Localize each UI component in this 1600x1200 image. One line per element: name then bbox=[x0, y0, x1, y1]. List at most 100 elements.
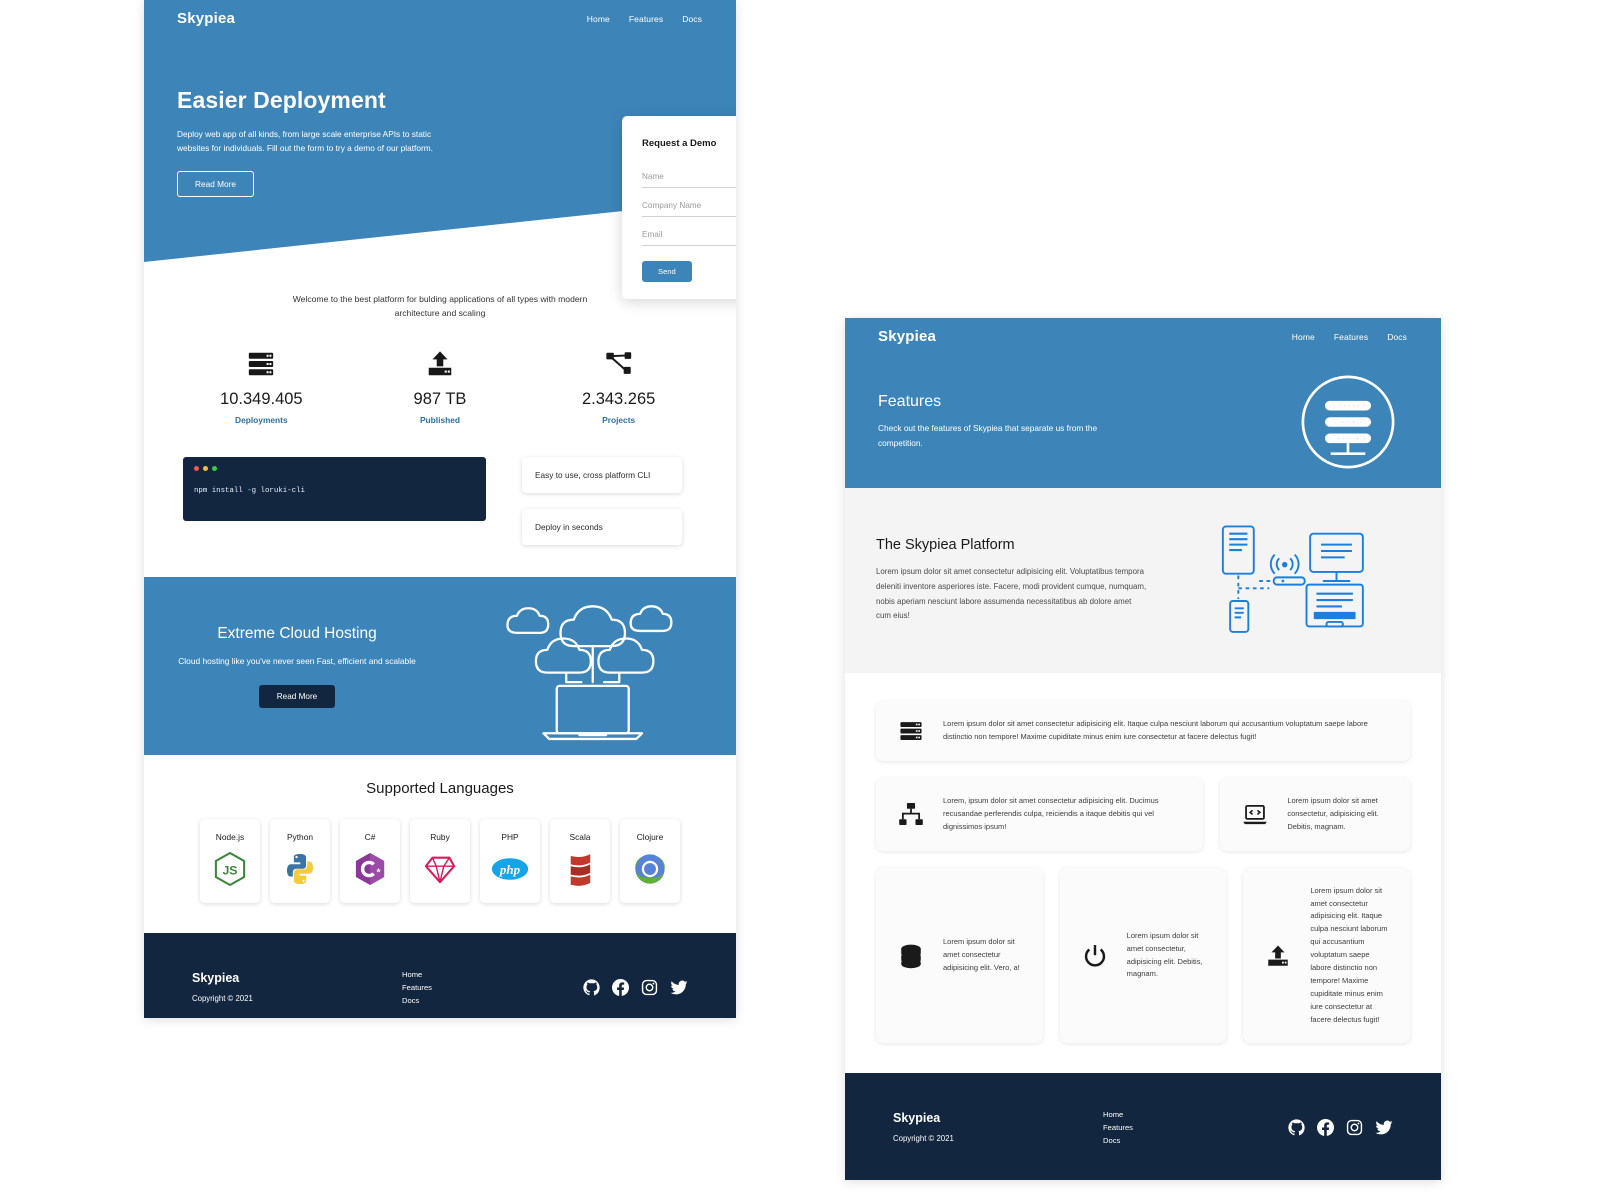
cloud-hosting-copy: Extreme Cloud Hosting Cloud hosting like… bbox=[144, 625, 440, 708]
features-hero-body: Check out the features of Skypiea that s… bbox=[878, 423, 1098, 448]
supported-languages-section: Supported Languages Node.js JS Python C#… bbox=[144, 755, 736, 933]
cli-feature-cards: Easy to use, cross platform CLI Deploy i… bbox=[522, 457, 682, 546]
home-footer: Skypiea Copyright © 2021 Home Features D… bbox=[144, 933, 736, 1018]
language-card-clojure[interactable]: Clojure bbox=[620, 819, 680, 904]
footer-brand: Skypiea Copyright © 2021 bbox=[893, 1111, 1103, 1143]
features-hero-illustration bbox=[1288, 374, 1408, 470]
company-name-input[interactable] bbox=[642, 195, 736, 217]
language-card-ruby[interactable]: Ruby bbox=[410, 819, 470, 904]
stat-value: 987 TB bbox=[413, 390, 467, 409]
cli-card: Easy to use, cross platform CLI bbox=[522, 457, 682, 494]
language-name: Scala bbox=[569, 832, 591, 843]
footer-social-links bbox=[1288, 1119, 1393, 1136]
upload-icon bbox=[1263, 943, 1293, 969]
feature-cards-section: Lorem ipsum dolor sit amet consectetur a… bbox=[845, 673, 1441, 1074]
cloud-read-more-button[interactable]: Read More bbox=[258, 684, 336, 708]
nav-link-features[interactable]: Features bbox=[629, 14, 663, 24]
nav-links: Home Features Docs bbox=[1292, 332, 1407, 342]
features-footer: Skypiea Copyright © 2021 Home Features D… bbox=[845, 1073, 1441, 1180]
stat-value: 10.349.405 bbox=[220, 390, 303, 409]
nav-link-home[interactable]: Home bbox=[1292, 332, 1315, 342]
language-card-csharp[interactable]: C# * bbox=[340, 819, 400, 904]
feature-card-1: Lorem ipsum dolor sit amet consectetur a… bbox=[876, 701, 1410, 761]
language-name: Python bbox=[286, 832, 314, 843]
feature-card-2: Lorem, ipsum dolor sit amet consectetur … bbox=[876, 778, 1204, 851]
languages-title: Supported Languages bbox=[366, 780, 514, 798]
home-navbar: Skypiea Home Features Docs bbox=[144, 0, 736, 37]
cli-card: Deploy in seconds bbox=[522, 509, 682, 546]
scala-icon bbox=[561, 850, 599, 888]
hero-read-more-button[interactable]: Read More bbox=[177, 171, 255, 198]
feature-card-text: Lorem ipsum dolor sit amet consectetur, … bbox=[1126, 930, 1203, 979]
svg-text:php: php bbox=[499, 863, 521, 878]
power-icon bbox=[1080, 943, 1110, 969]
home-page-panel: Skypiea Home Features Docs Easier Deploy… bbox=[144, 0, 736, 1018]
feature-card-text: Lorem ipsum dolor sit amet consectetur a… bbox=[943, 719, 1368, 741]
language-card-nodejs[interactable]: Node.js JS bbox=[200, 819, 260, 904]
screenshot-stage: Skypiea Home Features Docs Easier Deploy… bbox=[0, 0, 1600, 1200]
footer-links: Home Features Docs bbox=[402, 970, 572, 1005]
csharp-icon: * bbox=[351, 850, 389, 888]
nav-link-features[interactable]: Features bbox=[1334, 332, 1368, 342]
footer-link-home[interactable]: Home bbox=[402, 970, 572, 979]
stat-label: Published bbox=[419, 415, 460, 426]
nav-link-docs[interactable]: Docs bbox=[1387, 332, 1407, 342]
sitemap-icon bbox=[896, 801, 926, 827]
php-icon: php bbox=[491, 850, 529, 888]
language-card-python[interactable]: Python bbox=[270, 819, 330, 904]
footer-links: Home Features Docs bbox=[1103, 1110, 1273, 1145]
welcome-text: Welcome to the best platform for bulding… bbox=[292, 294, 588, 319]
stat-deployments: 10.349.405 Deployments bbox=[186, 348, 336, 425]
instagram-icon[interactable] bbox=[1346, 1119, 1363, 1136]
footer-link-features[interactable]: Features bbox=[402, 983, 572, 992]
brand-logo[interactable]: Skypiea bbox=[878, 328, 936, 345]
name-input[interactable] bbox=[642, 166, 736, 188]
language-card-scala[interactable]: Scala bbox=[550, 819, 610, 904]
platform-body: Lorem ipsum dolor sit amet consectetur a… bbox=[876, 567, 1147, 621]
platform-illustration bbox=[1183, 521, 1410, 641]
laptop-code-icon bbox=[1240, 801, 1270, 827]
cloud-title: Extreme Cloud Hosting bbox=[217, 625, 377, 643]
feature-card-6: Lorem ipsum dolor sit amet consectetur a… bbox=[1243, 867, 1411, 1044]
twitter-icon[interactable] bbox=[1375, 1119, 1393, 1136]
svg-text:JS: JS bbox=[223, 864, 238, 878]
upload-icon bbox=[365, 348, 515, 380]
python-icon bbox=[281, 850, 319, 888]
twitter-icon[interactable] bbox=[670, 979, 688, 996]
feature-card-5: Lorem ipsum dolor sit amet consectetur, … bbox=[1059, 867, 1227, 1044]
ruby-icon bbox=[421, 850, 459, 888]
footer-link-docs[interactable]: Docs bbox=[402, 996, 572, 1005]
instagram-icon[interactable] bbox=[641, 979, 658, 996]
feature-cards-row-2: Lorem, ipsum dolor sit amet consectetur … bbox=[876, 778, 1410, 851]
facebook-icon[interactable] bbox=[612, 978, 629, 996]
feature-card-text: Lorem ipsum dolor sit amet consectetur a… bbox=[1310, 885, 1388, 1024]
footer-link-features[interactable]: Features bbox=[1103, 1123, 1273, 1132]
github-icon[interactable] bbox=[1288, 1119, 1305, 1136]
stat-published: 987 TB Published bbox=[365, 348, 515, 425]
send-button[interactable]: Send bbox=[642, 261, 692, 282]
footer-brand: Skypiea Copyright © 2021 bbox=[192, 971, 402, 1003]
footer-copyright: Copyright © 2021 bbox=[893, 1134, 954, 1144]
brand-logo[interactable]: Skypiea bbox=[177, 10, 235, 27]
server-stack-icon bbox=[186, 348, 336, 380]
terminal-minimize-dot bbox=[203, 466, 208, 472]
server-stack-icon bbox=[896, 718, 926, 744]
footer-link-home[interactable]: Home bbox=[1103, 1110, 1273, 1119]
github-icon[interactable] bbox=[583, 979, 600, 996]
footer-link-docs[interactable]: Docs bbox=[1103, 1136, 1273, 1145]
language-name: C# bbox=[364, 832, 376, 843]
request-demo-card: Request a Demo Send bbox=[622, 116, 736, 299]
terminal-traffic-lights bbox=[194, 466, 475, 472]
email-input[interactable] bbox=[642, 224, 736, 246]
facebook-icon[interactable] bbox=[1317, 1119, 1334, 1136]
terminal-window: npm install -g loruki-cli bbox=[183, 457, 486, 522]
terminal-command: npm install -g loruki-cli bbox=[194, 487, 305, 496]
nav-link-home[interactable]: Home bbox=[587, 14, 610, 24]
language-card-php[interactable]: PHP php bbox=[480, 819, 540, 904]
footer-brand-name: Skypiea bbox=[192, 971, 240, 986]
cli-section: npm install -g loruki-cli Easy to use, c… bbox=[144, 425, 736, 546]
hero-body: Deploy web app of all kinds, from large … bbox=[177, 129, 433, 153]
stat-value: 2.343.265 bbox=[581, 390, 656, 409]
platform-copy: The Skypiea Platform Lorem ipsum dolor s… bbox=[876, 537, 1183, 624]
nav-link-docs[interactable]: Docs bbox=[682, 14, 702, 24]
